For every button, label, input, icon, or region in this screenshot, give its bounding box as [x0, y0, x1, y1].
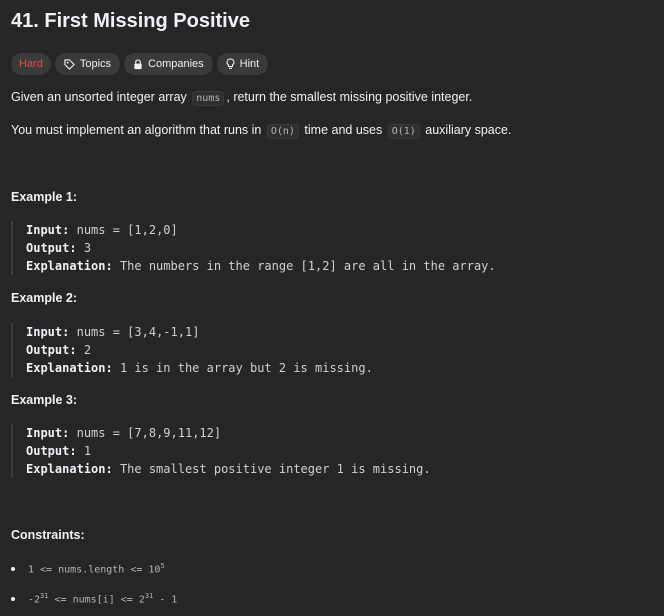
output-value: 1 [83, 444, 92, 458]
bullet [11, 566, 15, 571]
constraint-item: 1 <= nums.length <= 105 [11, 562, 165, 575]
inline-code: O(n) [266, 124, 299, 139]
companies-button[interactable]: Companies [124, 53, 213, 75]
description-paragraph-1: Given an unsorted integer array nums, re… [11, 90, 473, 106]
constraint-item: -231 <= nums[i] <= 231 - 1 [11, 592, 177, 605]
problem-title: 41. First Missing Positive [11, 10, 250, 32]
description-text: Given an unsorted integer array [11, 90, 191, 104]
output-label: Output: [26, 444, 77, 458]
example-block: Input: nums = [7,8,9,11,12] Output: 1 Ex… [11, 424, 431, 478]
output-value: 2 [83, 343, 92, 357]
companies-label: Companies [148, 58, 204, 70]
constraint-text: <= nums[i] <= 2 [48, 594, 145, 606]
lightbulb-icon [226, 58, 235, 69]
constraint-exponent: 31 [144, 592, 154, 600]
hint-button[interactable]: Hint [216, 53, 269, 75]
output-value: 3 [83, 241, 92, 255]
bullet [11, 596, 15, 601]
inline-code: O(1) [387, 124, 420, 139]
example-block: Input: nums = [1,2,0] Output: 3 Explanat… [11, 221, 496, 275]
constraint-code: -231 <= nums[i] <= 231 - 1 [28, 592, 177, 605]
constraint-text: 1 <= nums.length <= 10 [28, 564, 161, 576]
input-value: nums = [1,2,0] [76, 223, 178, 237]
constraint-exponent: 5 [160, 562, 165, 570]
explanation-label: Explanation: [26, 462, 113, 476]
input-value: nums = [7,8,9,11,12] [76, 426, 222, 440]
explanation-value: The numbers in the range [1,2] are all i… [119, 259, 496, 273]
explanation-label: Explanation: [26, 361, 113, 375]
output-label: Output: [26, 343, 77, 357]
explanation-value: The smallest positive integer 1 is missi… [119, 462, 431, 476]
difficulty-label: Hard [19, 58, 43, 70]
input-label: Input: [26, 223, 70, 237]
topics-button[interactable]: Topics [54, 53, 121, 75]
description-text: auxiliary space. [421, 123, 512, 137]
constraint-text: -2 [28, 594, 41, 606]
description-text: time and uses [300, 123, 386, 137]
inline-code: nums [192, 91, 225, 106]
difficulty-badge: Hard [11, 53, 51, 75]
description-text: You must implement an algorithm that run… [11, 123, 265, 137]
description-paragraph-2: You must implement an algorithm that run… [11, 123, 512, 139]
constraint-text: - 1 [153, 594, 178, 606]
example-heading: Example 1: [11, 190, 78, 204]
tag-icon [64, 58, 75, 70]
output-label: Output: [26, 241, 77, 255]
explanation-label: Explanation: [26, 259, 113, 273]
hint-label: Hint [239, 58, 260, 70]
input-label: Input: [26, 426, 70, 440]
example-heading: Example 3: [11, 393, 78, 407]
tag-bar: Hard Topics Companies Hint [11, 53, 269, 75]
input-value: nums = [3,4,-1,1] [76, 325, 200, 339]
constraint-code: 1 <= nums.length <= 105 [28, 562, 165, 575]
input-label: Input: [26, 325, 70, 339]
example-heading: Example 2: [11, 291, 78, 305]
lock-icon [134, 58, 142, 69]
explanation-value: 1 is in the array but 2 is missing. [119, 361, 373, 375]
description-text: , return the smallest missing positive i… [226, 90, 473, 104]
topics-label: Topics [79, 58, 112, 70]
example-block: Input: nums = [3,4,-1,1] Output: 2 Expla… [11, 323, 373, 377]
constraints-heading: Constraints: [11, 528, 85, 542]
